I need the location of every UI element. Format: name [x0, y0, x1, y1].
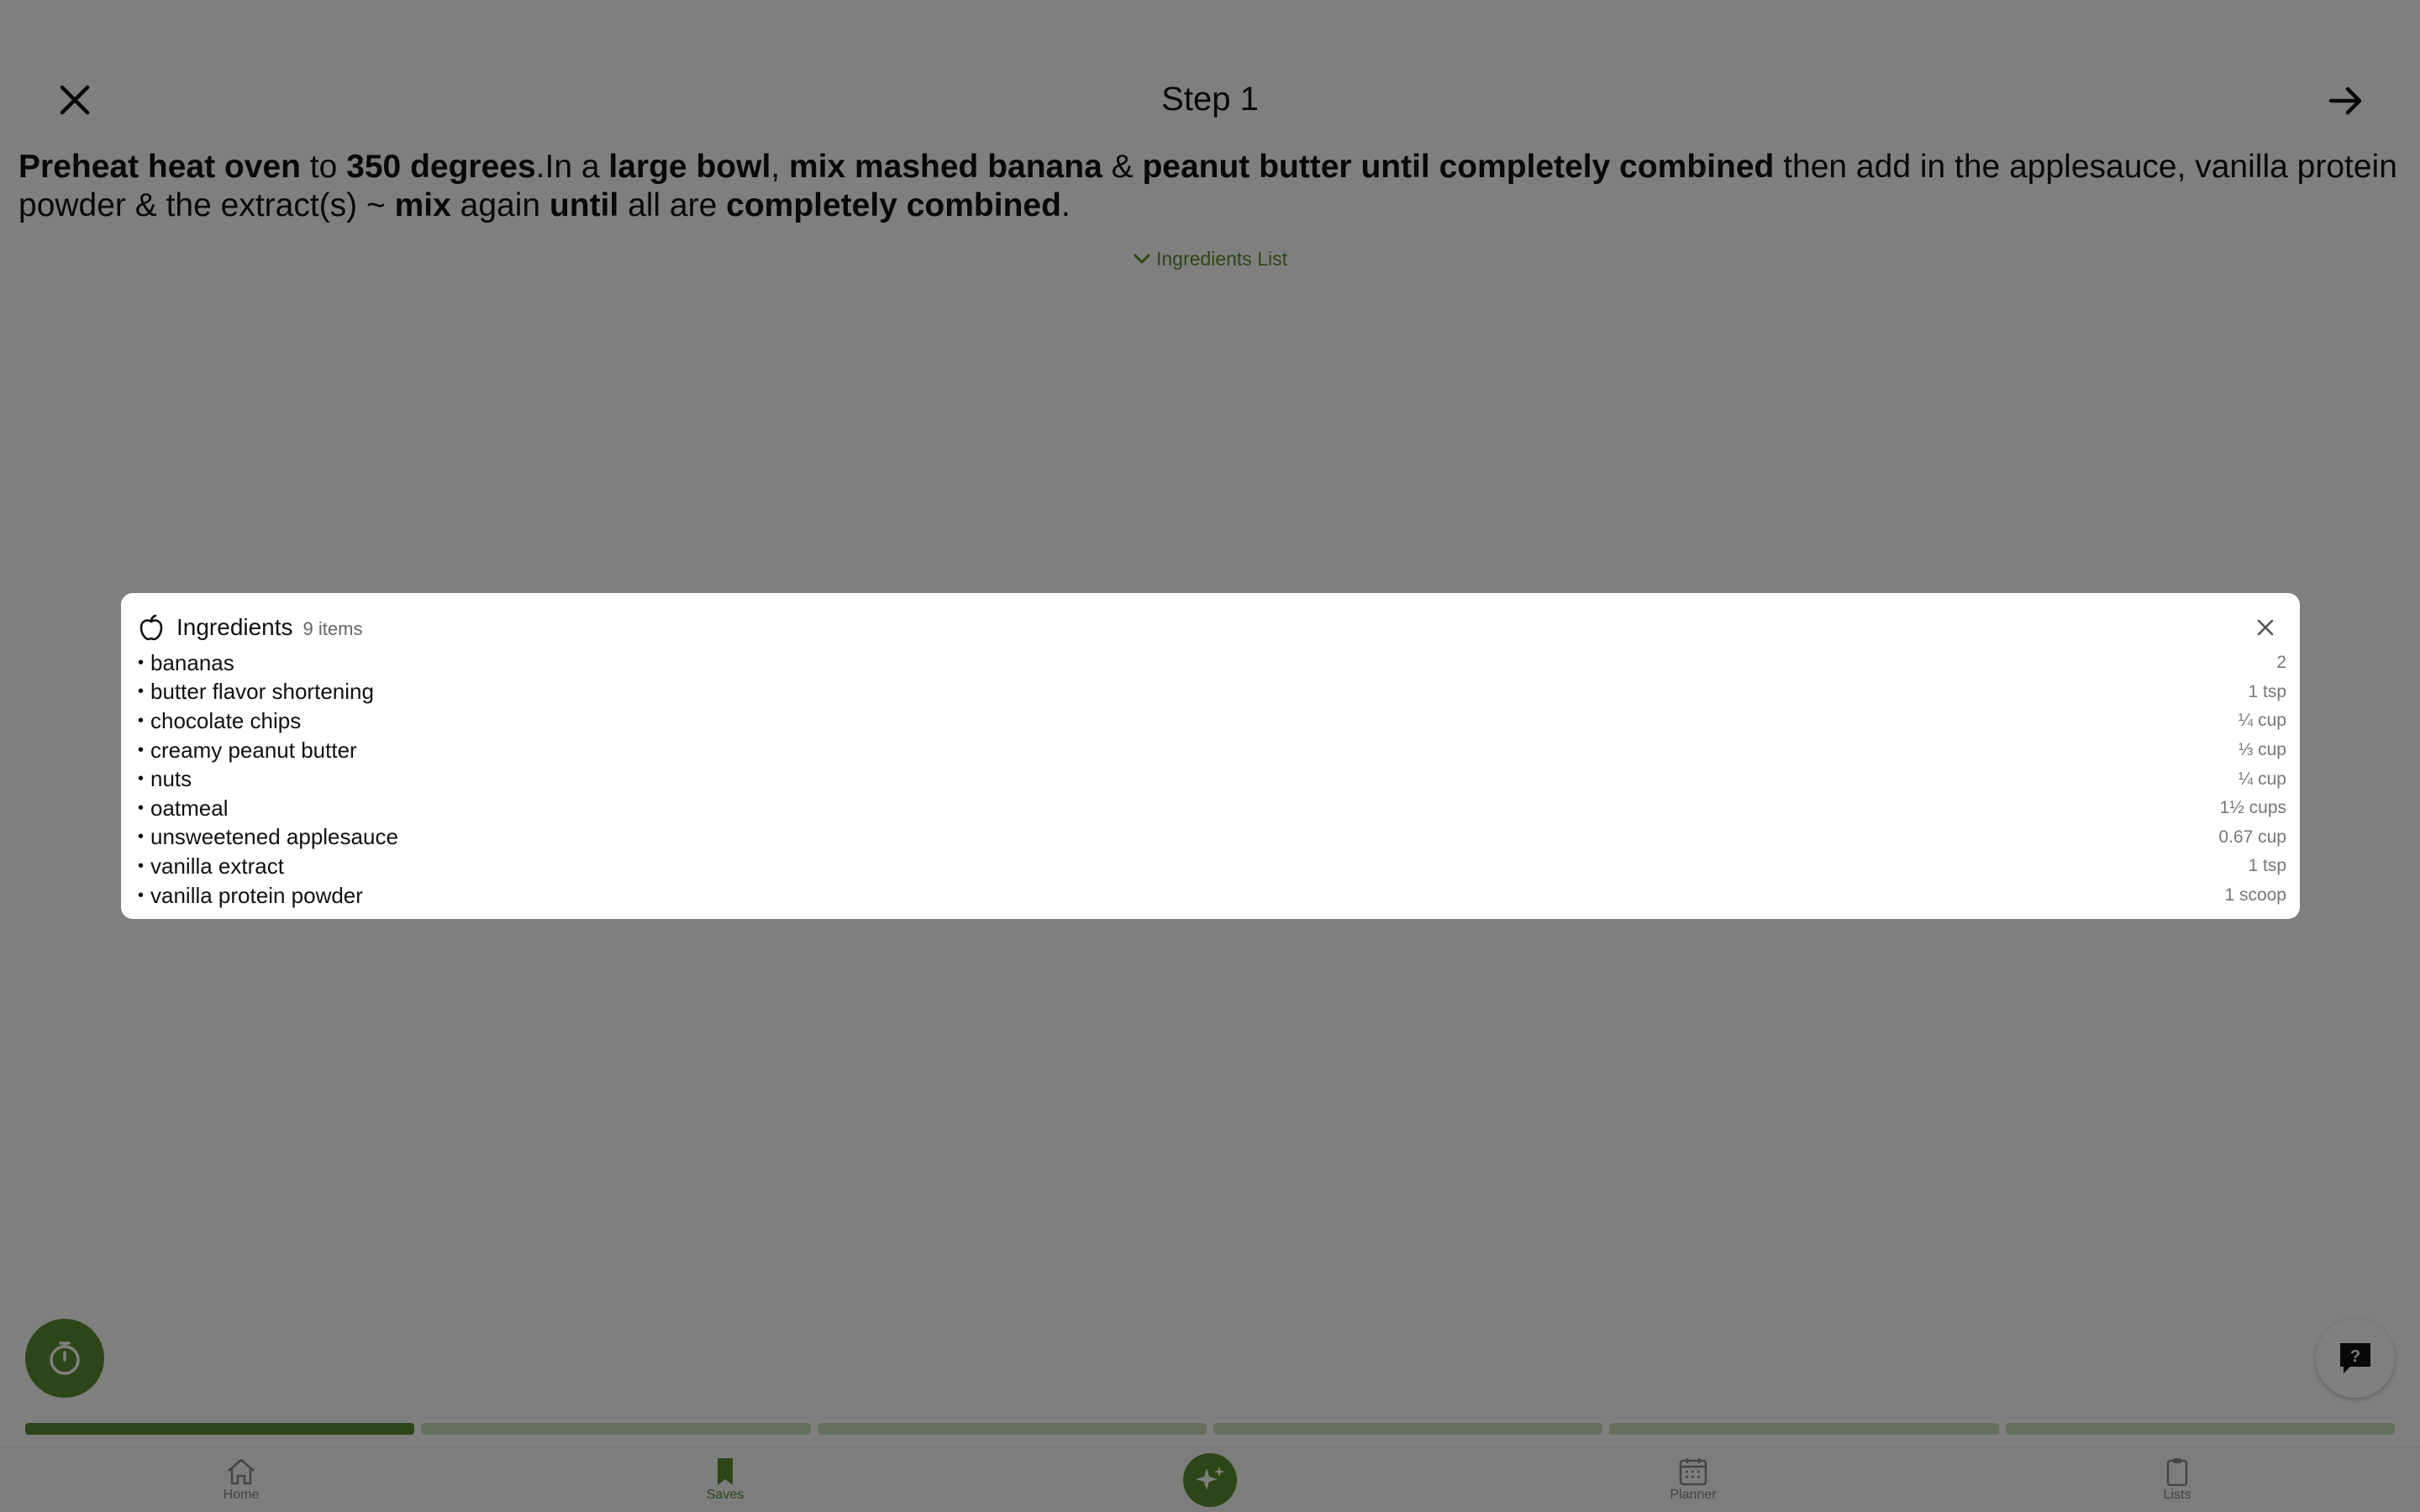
bullet-icon: •	[138, 740, 145, 759]
ingredient-row: • chocolate chips ¼ cup	[134, 706, 2286, 736]
ingredient-left: • bananas	[134, 650, 234, 676]
ingredient-quantity: 1½ cups	[2219, 798, 2286, 818]
bullet-icon: •	[138, 711, 145, 730]
modal-close-button[interactable]	[2251, 613, 2280, 642]
ingredient-row: • oatmeal 1½ cups	[134, 794, 2286, 823]
ingredient-row: • butter flavor shortening 1 tsp	[134, 678, 2286, 707]
ingredient-name: vanilla protein powder	[150, 882, 363, 908]
modal-item-count: 9 items	[302, 618, 363, 639]
modal-header: Ingredients 9 items	[134, 606, 2286, 648]
ingredient-quantity: 2	[2276, 653, 2286, 673]
ingredient-name: creamy peanut butter	[150, 737, 357, 763]
ingredient-name: unsweetened applesauce	[150, 824, 398, 850]
ingredient-quantity: ¼ cup	[2238, 769, 2286, 789]
ingredient-row: • unsweetened applesauce 0.67 cup	[134, 823, 2286, 853]
modal-title: Ingredients	[176, 614, 293, 640]
apple-icon	[138, 613, 166, 642]
ingredient-quantity: ⅓ cup	[2238, 740, 2286, 760]
bullet-icon: •	[138, 827, 145, 847]
ingredient-row: • vanilla protein powder 1 scoop	[134, 881, 2286, 911]
ingredient-left: • vanilla protein powder	[134, 883, 363, 909]
ingredient-quantity: 1 tsp	[2248, 681, 2286, 701]
ingredient-name: butter flavor shortening	[150, 679, 374, 705]
ingredient-left: • unsweetened applesauce	[134, 824, 398, 850]
bullet-icon: •	[138, 798, 145, 817]
bullet-icon: •	[138, 769, 145, 789]
ingredient-quantity: 1 tsp	[2248, 856, 2286, 876]
ingredient-left: • creamy peanut butter	[134, 738, 357, 764]
ingredient-row: • creamy peanut butter ⅓ cup	[134, 736, 2286, 765]
ingredient-left: • vanilla extract	[134, 853, 284, 879]
ingredient-row: • nuts ¼ cup	[134, 764, 2286, 794]
ingredient-name: bananas	[150, 649, 234, 675]
ingredients-modal: Ingredients 9 items • bananas 2 • butter fla…	[121, 593, 2300, 919]
bullet-icon: •	[138, 682, 145, 701]
ingredient-left: • chocolate chips	[134, 708, 301, 734]
bullet-icon: •	[138, 856, 145, 875]
ingredient-name: vanilla extract	[150, 853, 284, 879]
ingredients-list: • bananas 2 • butter flavor shortening 1 tsp •…	[134, 648, 2286, 910]
bullet-icon: •	[138, 653, 145, 672]
bullet-icon: •	[138, 885, 145, 905]
ingredient-left: • nuts	[134, 766, 192, 792]
ingredient-left: • oatmeal	[134, 795, 229, 822]
ingredient-quantity: ¼ cup	[2238, 711, 2286, 731]
ingredient-row: • bananas 2	[134, 648, 2286, 678]
ingredient-quantity: 0.67 cup	[2218, 827, 2286, 847]
ingredient-left: • butter flavor shortening	[134, 679, 374, 705]
close-icon	[2257, 619, 2274, 636]
ingredient-quantity: 1 scoop	[2224, 885, 2286, 906]
ingredient-name: nuts	[150, 766, 192, 792]
ingredient-name: chocolate chips	[150, 707, 302, 733]
ingredient-row: • vanilla extract 1 tsp	[134, 852, 2286, 881]
ingredient-name: oatmeal	[150, 795, 229, 821]
